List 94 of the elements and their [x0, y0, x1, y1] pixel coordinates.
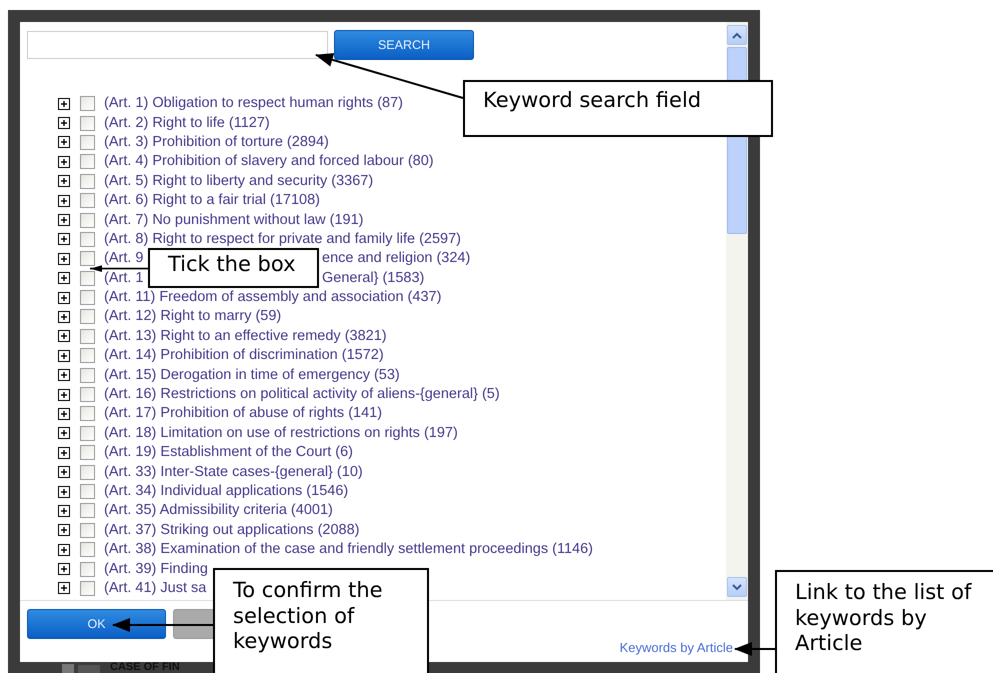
checkbox[interactable] — [80, 426, 95, 441]
expand-icon[interactable] — [58, 369, 70, 382]
keyword-label[interactable]: (Art. 35) Admissibility criteria (4001) — [104, 503, 333, 518]
keyword-label[interactable]: (Art. 18) Limitation on use of restrictions on rights (197) — [104, 426, 458, 441]
checkbox[interactable] — [80, 368, 95, 383]
expand-icon[interactable] — [58, 272, 70, 284]
expand-icon[interactable] — [58, 446, 70, 459]
expand-icon[interactable] — [58, 466, 70, 478]
keyword-label[interactable]: (Art. 37) Striking out applications (2088) — [104, 522, 360, 538]
keyword-label[interactable]: (Art. 38) Examination of the case and friendly settlement proceedings (1146) — [104, 542, 593, 558]
keyword-label[interactable]: (Art. 7) No punishment without law (191) — [104, 212, 364, 228]
keyword-label[interactable]: (Art. 8) Right to respect for private and family life (2597) — [104, 232, 462, 247]
expand-icon[interactable] — [58, 252, 70, 265]
expand-icon[interactable] — [58, 136, 70, 148]
keyword-label[interactable]: (Art. 3) Prohibition of torture (2894) — [104, 134, 329, 150]
expand-icon[interactable] — [58, 98, 70, 110]
checkbox[interactable] — [80, 464, 95, 480]
checkbox[interactable] — [80, 193, 95, 208]
keyword-label[interactable]: ence and religion (324) — [322, 251, 470, 266]
checkbox[interactable] — [80, 116, 95, 131]
checkbox[interactable] — [80, 445, 95, 460]
keyword-label[interactable]: (Art. 17) Prohibition of abuse of rights (141) — [104, 406, 382, 422]
expand-icon[interactable] — [58, 117, 70, 130]
expand-icon[interactable] — [58, 310, 70, 323]
callout: To confirm the selection of keywords — [213, 568, 429, 673]
keyword-label[interactable]: (Art. 14) Prohibition of discrimination (1572) — [104, 348, 384, 364]
ok-button[interactable]: OK — [27, 609, 166, 639]
expand-icon[interactable] — [58, 486, 70, 498]
expand-icon[interactable] — [58, 427, 70, 440]
callout: Tick the box — [148, 248, 319, 288]
checkbox[interactable] — [80, 328, 95, 344]
new-icon — [62, 662, 102, 673]
keyword-label[interactable]: (Art. 1) Obligation to respect human rights (87) — [104, 96, 403, 112]
checkbox[interactable] — [80, 542, 95, 558]
checkbox[interactable] — [80, 232, 95, 247]
expand-icon[interactable] — [58, 292, 70, 304]
checkbox[interactable] — [80, 134, 95, 150]
keyword-label[interactable]: (Art. 33) Inter-State cases-{general} (10) — [104, 464, 363, 480]
scroll-down-icon[interactable] — [732, 584, 742, 590]
expand-icon[interactable] — [58, 330, 70, 342]
expand-icon[interactable] — [58, 350, 70, 362]
expand-icon[interactable] — [58, 233, 70, 246]
checkbox[interactable] — [80, 387, 95, 402]
keyword-label[interactable]: (Art. 41) Just sa — [104, 580, 206, 596]
keyword-label[interactable]: (Art. 19) Establishment of the Court (6) — [104, 445, 354, 460]
keyword-label[interactable]: (Art. 16) Restrictions on political activity of aliens-{general} (5) — [104, 387, 500, 402]
keyword-label[interactable]: (Art. 2) Right to life (1127) — [104, 116, 270, 131]
expand-icon[interactable] — [58, 156, 70, 168]
expand-icon[interactable] — [58, 194, 70, 207]
checkbox[interactable] — [80, 522, 95, 538]
keyword-label[interactable]: (Art. 5) Right to liberty and security (3367) — [104, 174, 374, 189]
checkbox[interactable] — [80, 212, 95, 228]
expand-icon[interactable] — [58, 563, 70, 576]
expand-icon[interactable] — [58, 504, 70, 517]
checkbox[interactable] — [80, 406, 95, 422]
scrollbar[interactable] — [726, 22, 748, 600]
expand-icon[interactable] — [58, 582, 70, 594]
expand-icon[interactable] — [58, 214, 70, 226]
checkbox[interactable] — [80, 348, 95, 364]
checkbox[interactable] — [80, 503, 95, 518]
keyword-label[interactable]: (Art. 9 — [104, 251, 144, 266]
checkbox[interactable] — [80, 174, 95, 189]
keyword-label[interactable]: General} (1583) — [322, 270, 424, 286]
keyword-label[interactable]: (Art. 13) Right to an effective remedy (3821) — [104, 328, 387, 344]
pointer-arrow — [90, 265, 148, 272]
keyword-label[interactable]: (Art. 6) Right to a fair trial (17108) — [104, 193, 320, 208]
keyword-label[interactable]: (Art. 15) Derogation in time of emergency (53) — [104, 368, 400, 383]
expand-icon[interactable] — [58, 524, 70, 536]
keyword-label[interactable]: (Art. 39) Finding — [104, 562, 208, 577]
expand-icon[interactable] — [58, 408, 70, 420]
expand-icon[interactable] — [58, 175, 70, 188]
scroll-up-icon[interactable] — [732, 32, 742, 38]
expand-icon[interactable] — [58, 388, 70, 401]
keyword-label[interactable]: (Art. 4) Prohibition of slavery and forced labour (80) — [104, 154, 434, 170]
keyword-search-field[interactable] — [27, 31, 328, 59]
callout: Keyword search field — [463, 80, 773, 137]
keyword-label[interactable]: (Art. 12) Right to marry (59) — [104, 309, 282, 324]
keywords-by-article-link[interactable]: Keywords by Article — [620, 638, 733, 657]
checkbox[interactable] — [80, 580, 95, 596]
keyword-label[interactable]: (Art. 11) Freedom of assembly and association (437) — [104, 290, 442, 306]
keyword-label[interactable]: (Art. 34) Individual applications (1546) — [104, 484, 348, 499]
checkbox[interactable] — [80, 309, 95, 324]
pointer-arrow — [734, 642, 775, 656]
callout: Link to the list of keywords by Article — [775, 570, 993, 673]
checkbox[interactable] — [80, 251, 95, 266]
checkbox[interactable] — [80, 270, 95, 286]
checkbox[interactable] — [80, 484, 95, 499]
checkbox[interactable] — [80, 290, 95, 306]
search-button[interactable]: SEARCH — [334, 30, 474, 60]
checkbox[interactable] — [80, 96, 95, 112]
checkbox[interactable] — [80, 562, 95, 577]
expand-icon[interactable] — [58, 544, 70, 556]
keyword-label[interactable]: (Art. 1 — [104, 270, 144, 286]
checkbox[interactable] — [80, 154, 95, 170]
